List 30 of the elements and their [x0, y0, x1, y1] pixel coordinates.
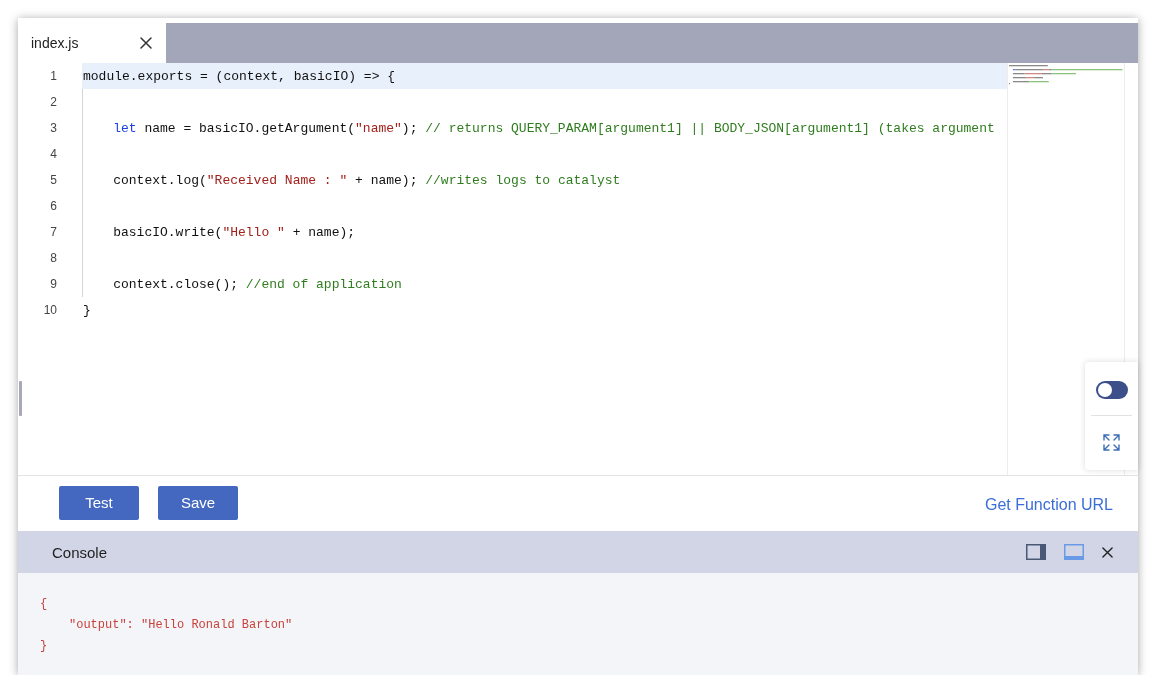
- close-icon[interactable]: [140, 37, 152, 49]
- code-line: basicIO.write("Hello " + name);: [113, 224, 356, 240]
- console-title: Console: [52, 543, 108, 561]
- side-panel-icon[interactable]: [1026, 544, 1046, 560]
- line-number: 10: [42, 302, 58, 319]
- file-tab[interactable]: index.js: [18, 23, 166, 63]
- line-number: 2: [49, 94, 58, 111]
- line-number: 6: [49, 198, 58, 215]
- toggle-switch[interactable]: [1096, 381, 1128, 399]
- close-icon[interactable]: [1102, 546, 1113, 558]
- line-number: 4: [49, 146, 58, 163]
- code-line: context.log("Received Name : " + name); //writes logs to catalyst: [113, 172, 621, 188]
- line-number: 8: [49, 250, 58, 267]
- line-number: 3: [49, 120, 58, 137]
- resize-handle[interactable]: [19, 381, 22, 416]
- action-button[interactable]: Test: [59, 485, 139, 520]
- expand-icon[interactable]: [1103, 434, 1120, 451]
- code-line: }: [83, 302, 91, 318]
- output-line: }: [40, 638, 48, 655]
- output-line: {: [40, 596, 48, 613]
- code-line: module.exports = (context, basicIO) => {: [83, 68, 396, 84]
- line-number: 9: [49, 276, 58, 293]
- line-number: 7: [49, 224, 58, 241]
- function-url-link[interactable]: Get Function URL: [984, 496, 1113, 514]
- line-number: 5: [49, 172, 58, 189]
- action-button[interactable]: Save: [158, 485, 238, 520]
- code-line: let name = basicIO.getArgument("name"); // returns QUERY_PARAM[argument1] || BODY_JSON[argument1] (takes argument: [113, 120, 995, 136]
- line-number: 1: [49, 68, 58, 85]
- code-line: context.close(); //end of application: [113, 276, 402, 292]
- output-line: "output": "Hello Ronald Barton": [69, 617, 293, 634]
